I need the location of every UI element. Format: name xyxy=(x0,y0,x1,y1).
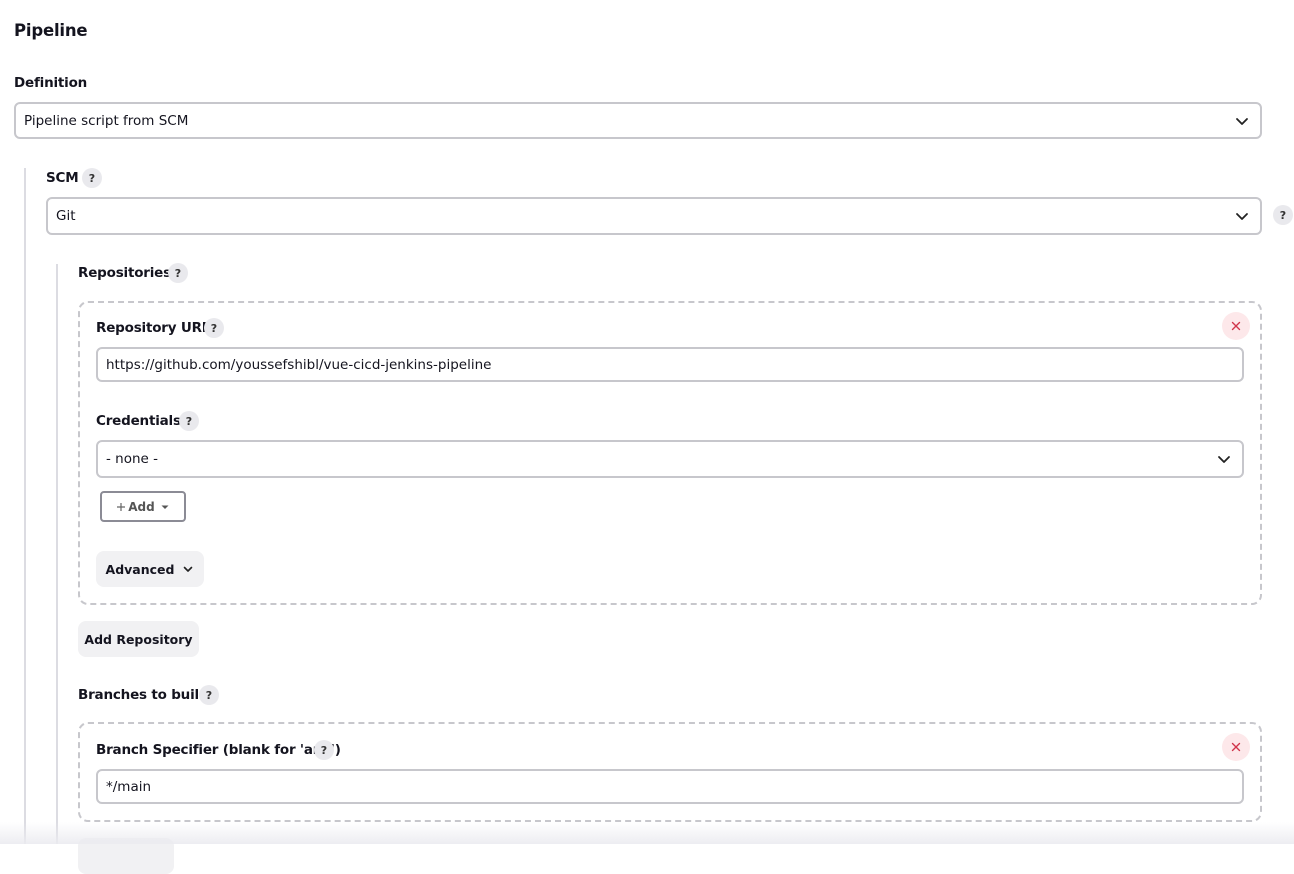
repository-url-help-icon[interactable]: ? xyxy=(204,318,224,338)
repositories-label: Repositories xyxy=(78,265,171,281)
add-credentials-label: Add xyxy=(128,499,155,514)
advanced-button[interactable]: Advanced xyxy=(96,551,204,587)
chevron-down-icon xyxy=(1236,213,1248,220)
scm-select-value: Git xyxy=(56,208,76,224)
scm-help-icon[interactable]: ? xyxy=(82,168,102,188)
delete-branch-button[interactable] xyxy=(1222,733,1250,761)
branch-specifier-help-icon[interactable]: ? xyxy=(314,740,334,760)
chevron-down-icon xyxy=(1218,456,1230,463)
branches-help-icon[interactable]: ? xyxy=(199,685,219,705)
definition-select[interactable]: Pipeline script from SCM xyxy=(14,102,1262,139)
section-title-pipeline: Pipeline xyxy=(14,21,88,40)
scm-select[interactable]: Git xyxy=(46,197,1262,235)
page-bottom-fade xyxy=(0,822,1294,844)
credentials-label: Credentials xyxy=(96,413,181,429)
credentials-select-value: - none - xyxy=(106,451,159,467)
add-credentials-button[interactable]: Add xyxy=(100,491,186,522)
repository-url-input[interactable]: https://github.com/youssefshibl/vue-cicd… xyxy=(96,347,1244,382)
chevron-down-icon xyxy=(184,566,193,572)
delete-repository-button[interactable] xyxy=(1222,312,1250,340)
credentials-select[interactable]: - none - xyxy=(96,440,1244,478)
close-icon xyxy=(1231,321,1241,331)
credentials-help-icon[interactable]: ? xyxy=(179,411,199,431)
branches-label: Branches to build xyxy=(78,687,209,703)
repositories-help-icon[interactable]: ? xyxy=(168,263,188,283)
advanced-label: Advanced xyxy=(105,561,175,577)
plus-icon xyxy=(117,502,126,511)
add-repository-button[interactable]: Add Repository xyxy=(78,621,199,657)
repository-url-label: Repository URL xyxy=(96,320,211,336)
definition-select-value: Pipeline script from SCM xyxy=(24,112,189,129)
definition-label: Definition xyxy=(14,75,88,91)
branch-specifier-label: Branch Specifier (blank for 'any') xyxy=(96,742,341,758)
scm-nesting-line xyxy=(24,168,26,844)
branch-specifier-input[interactable]: */main xyxy=(96,769,1244,804)
close-icon xyxy=(1231,742,1241,752)
scm-select-help-icon[interactable]: ? xyxy=(1273,205,1293,225)
caret-down-icon xyxy=(161,505,169,509)
repositories-nesting-line xyxy=(56,264,58,844)
scm-label: SCM xyxy=(46,170,79,186)
chevron-down-icon xyxy=(1236,117,1248,125)
